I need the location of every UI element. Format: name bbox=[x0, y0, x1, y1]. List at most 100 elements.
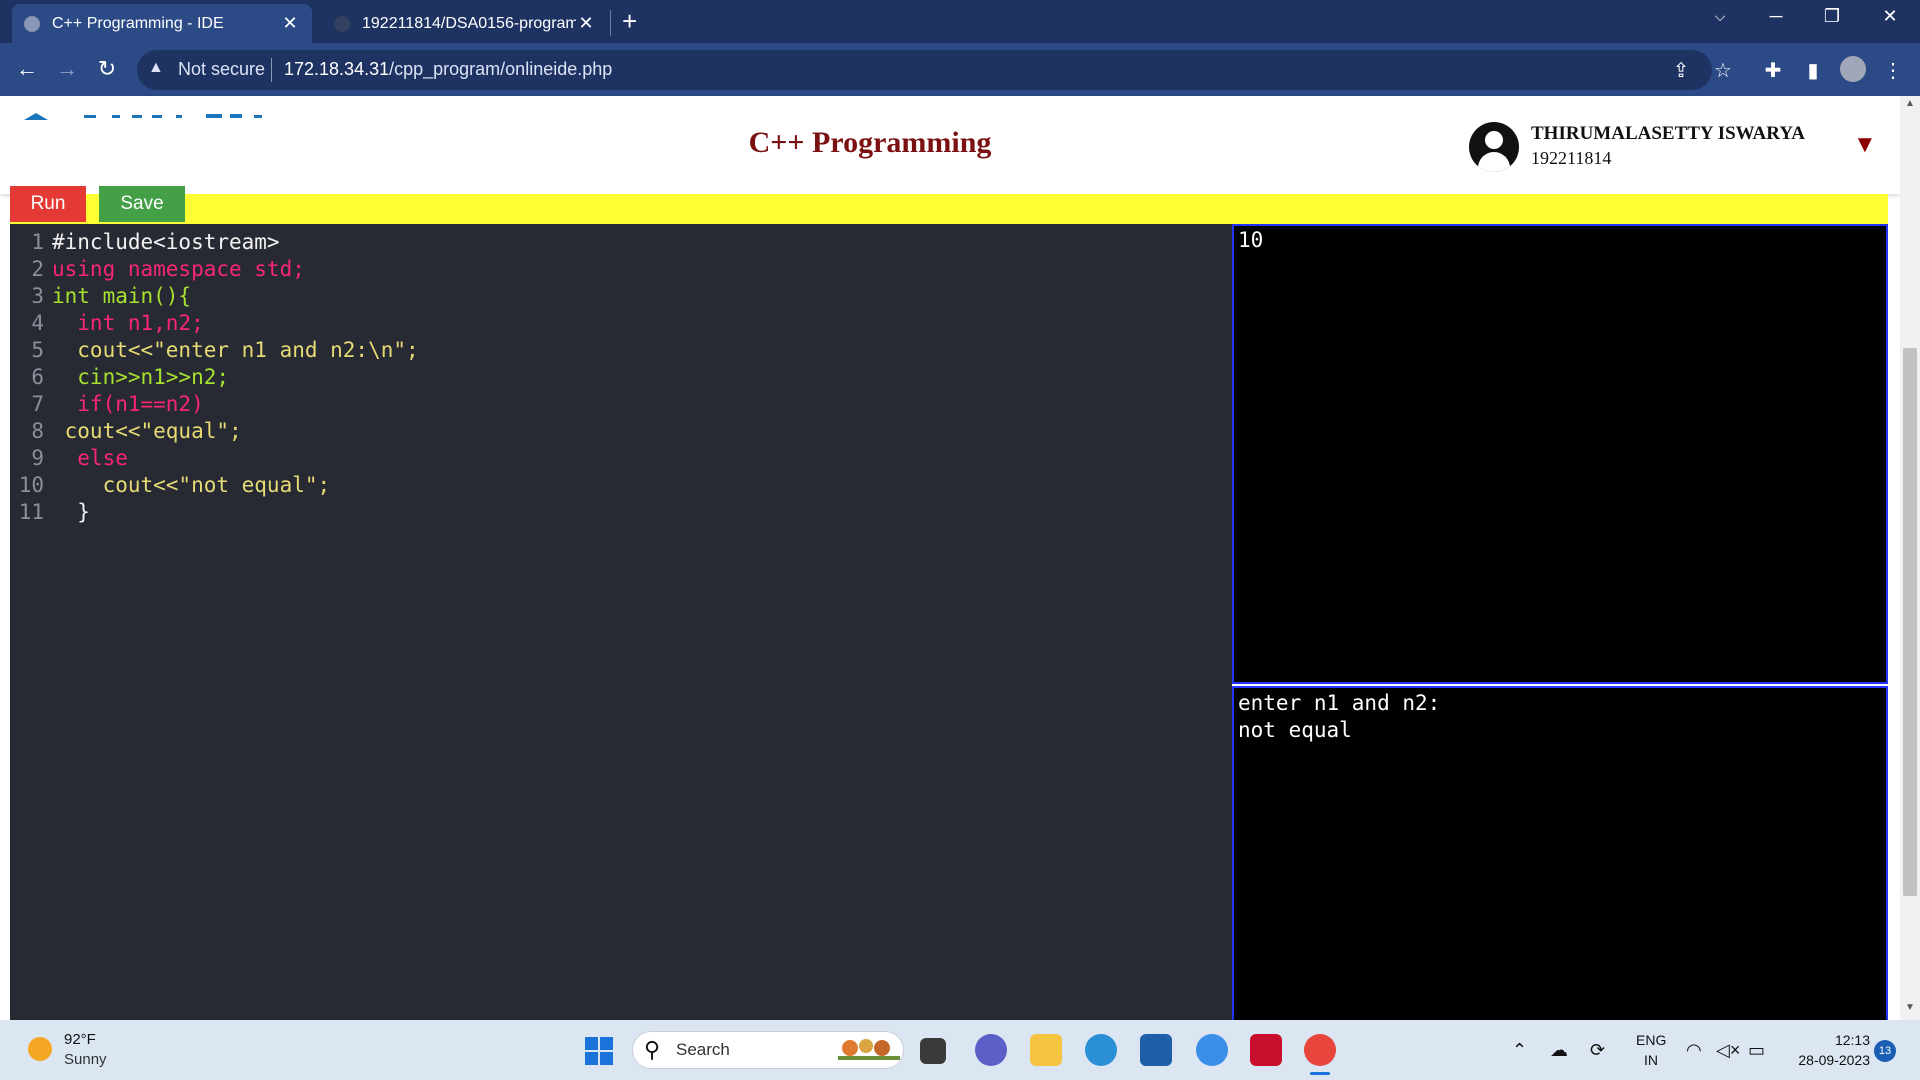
code-line[interactable]: 10 cout<<"not equal"; bbox=[10, 472, 1232, 499]
sync-icon[interactable]: ⟳ bbox=[1590, 1040, 1605, 1061]
edge-icon[interactable] bbox=[1085, 1034, 1117, 1066]
line-number: 8 bbox=[31, 419, 44, 443]
run-button[interactable]: Run bbox=[10, 186, 86, 222]
url-host: 172.18.34.31 bbox=[284, 59, 390, 79]
mcafee-icon[interactable] bbox=[1250, 1034, 1282, 1066]
code-line[interactable]: 2 using namespace std; bbox=[10, 256, 1232, 283]
active-app-indicator bbox=[1310, 1072, 1330, 1075]
tab-title: 192211814/DSA0156-programm bbox=[362, 14, 576, 32]
code-text: cout<<"equal"; bbox=[52, 419, 242, 443]
chrome-icon[interactable] bbox=[1304, 1034, 1336, 1066]
volume-icon[interactable]: ◁× bbox=[1716, 1040, 1740, 1061]
windows-taskbar bbox=[0, 1020, 1920, 1080]
scroll-down-icon[interactable]: ▼ bbox=[1900, 1002, 1920, 1013]
search-icon: ⚲ bbox=[644, 1037, 661, 1062]
action-bar bbox=[10, 194, 1888, 224]
code-line[interactable]: 9 else bbox=[10, 445, 1232, 472]
tab-divider bbox=[610, 10, 611, 36]
taskview-icon[interactable] bbox=[920, 1038, 946, 1064]
language-region[interactable]: IN bbox=[1644, 1052, 1658, 1068]
search-highlight-icon[interactable] bbox=[838, 1038, 900, 1062]
profile-icon[interactable] bbox=[1840, 56, 1866, 82]
security-label[interactable]: Not secure bbox=[178, 59, 265, 80]
code-line[interactable]: 4 int n1,n2; bbox=[10, 310, 1232, 337]
tab-search-chevron-icon[interactable]: ⌵ bbox=[1700, 8, 1740, 25]
line-number: 10 bbox=[18, 473, 44, 497]
url-path: /cpp_program/onlineide.php bbox=[389, 59, 613, 79]
restore-icon[interactable]: ❐ bbox=[1812, 6, 1852, 27]
tab-close-icon[interactable]: ✕ bbox=[576, 13, 596, 34]
user-avatar-icon[interactable] bbox=[1469, 122, 1519, 172]
back-icon[interactable]: ← bbox=[12, 56, 42, 82]
save-button[interactable]: Save bbox=[99, 186, 185, 222]
share-icon[interactable]: ⇪ bbox=[1668, 58, 1694, 83]
weather-condition[interactable]: Sunny bbox=[64, 1051, 107, 1068]
line-number: 11 bbox=[18, 500, 44, 524]
tray-chevron-icon[interactable]: ⌃ bbox=[1512, 1040, 1527, 1061]
file-explorer-icon[interactable] bbox=[1030, 1034, 1062, 1066]
windows-start-icon[interactable] bbox=[585, 1037, 613, 1065]
star-icon[interactable]: ☆ bbox=[1710, 58, 1736, 83]
clock-date[interactable]: 28-09-2023 bbox=[1786, 1052, 1870, 1068]
site-logo-text bbox=[84, 114, 262, 118]
code-text: #include<iostream> bbox=[52, 230, 280, 254]
output-line: not equal bbox=[1238, 718, 1352, 742]
code-line[interactable]: 3 int main(){ bbox=[10, 283, 1232, 310]
store-icon[interactable] bbox=[1140, 1034, 1172, 1066]
clock-time[interactable]: 12:13 bbox=[1820, 1032, 1870, 1048]
notification-badge[interactable]: 13 bbox=[1874, 1040, 1896, 1062]
language-indicator[interactable]: ENG bbox=[1636, 1032, 1666, 1048]
code-text: } bbox=[52, 500, 90, 524]
address-separator bbox=[271, 58, 272, 82]
tab-dsa-repo[interactable]: 192211814/DSA0156-programm ✕ bbox=[322, 4, 608, 43]
line-number: 3 bbox=[31, 284, 44, 308]
scrollbar-thumb[interactable] bbox=[1903, 348, 1917, 896]
code-line[interactable]: 7 if(n1==n2) bbox=[10, 391, 1232, 418]
code-text: cin>>n1>>n2; bbox=[52, 365, 230, 389]
user-name: THIRUMALASETTY ISWARYA bbox=[1531, 123, 1806, 144]
code-text: int main(){ bbox=[52, 284, 192, 308]
weather-temperature[interactable]: 92°F bbox=[64, 1031, 96, 1048]
stdin-input-panel[interactable] bbox=[1232, 224, 1888, 684]
code-line[interactable]: 11 } bbox=[10, 499, 1232, 526]
wifi-icon[interactable]: ◠ bbox=[1686, 1040, 1702, 1061]
code-line[interactable]: 6 cin>>n1>>n2; bbox=[10, 364, 1232, 391]
output-line: enter n1 and n2: bbox=[1238, 691, 1441, 715]
sidepanel-icon[interactable]: ▮ bbox=[1800, 58, 1826, 83]
code-text: cout<<"not equal"; bbox=[52, 473, 331, 497]
url-text[interactable]: 172.18.34.31/cpp_program/onlineide.php bbox=[284, 59, 612, 80]
user-menu-dropdown-icon[interactable]: ▼ bbox=[1853, 131, 1877, 159]
user-id: 192211814 bbox=[1531, 148, 1612, 168]
window-close-icon[interactable]: ✕ bbox=[1870, 6, 1910, 27]
code-line[interactable]: 1 #include<iostream> bbox=[10, 229, 1232, 256]
warning-icon[interactable]: ▲ bbox=[148, 59, 164, 77]
code-line[interactable]: 8 cout<<"equal"; bbox=[10, 418, 1232, 445]
code-text: cout<<"enter n1 and n2:\n"; bbox=[52, 338, 419, 362]
line-number: 6 bbox=[31, 365, 44, 389]
meet-icon[interactable] bbox=[975, 1034, 1007, 1066]
code-text: if(n1==n2) bbox=[52, 392, 204, 416]
sun-icon[interactable] bbox=[28, 1037, 52, 1061]
code-text: using namespace std; bbox=[52, 257, 305, 281]
menu-icon[interactable]: ⋮ bbox=[1880, 58, 1906, 83]
battery-icon[interactable]: ▭ bbox=[1748, 1040, 1765, 1061]
tab-close-icon[interactable]: ✕ bbox=[280, 13, 300, 34]
line-number: 1 bbox=[31, 230, 44, 254]
stdin-text[interactable]: 10 bbox=[1238, 227, 1263, 254]
tab-title: C++ Programming - IDE bbox=[52, 14, 224, 32]
code-text: else bbox=[52, 446, 128, 470]
new-tab-button[interactable]: + bbox=[622, 6, 637, 37]
code-line[interactable]: 5 cout<<"enter n1 and n2:\n"; bbox=[10, 337, 1232, 364]
scroll-up-icon[interactable]: ▲ bbox=[1900, 98, 1920, 109]
search-label[interactable]: Search bbox=[676, 1040, 730, 1060]
page-title: C++ Programming bbox=[748, 126, 992, 159]
code-text: int n1,n2; bbox=[52, 311, 204, 335]
tab-cpp-ide[interactable]: C++ Programming - IDE ✕ bbox=[12, 4, 312, 43]
forward-icon[interactable]: → bbox=[52, 56, 82, 82]
reload-icon[interactable]: ↻ bbox=[92, 56, 122, 82]
tab-favicon-icon bbox=[24, 15, 40, 32]
help-icon[interactable] bbox=[1196, 1034, 1228, 1066]
extensions-icon[interactable]: ✚ bbox=[1760, 58, 1786, 83]
onedrive-icon[interactable]: ☁ bbox=[1550, 1040, 1568, 1061]
minimize-icon[interactable]: ─ bbox=[1756, 6, 1796, 27]
